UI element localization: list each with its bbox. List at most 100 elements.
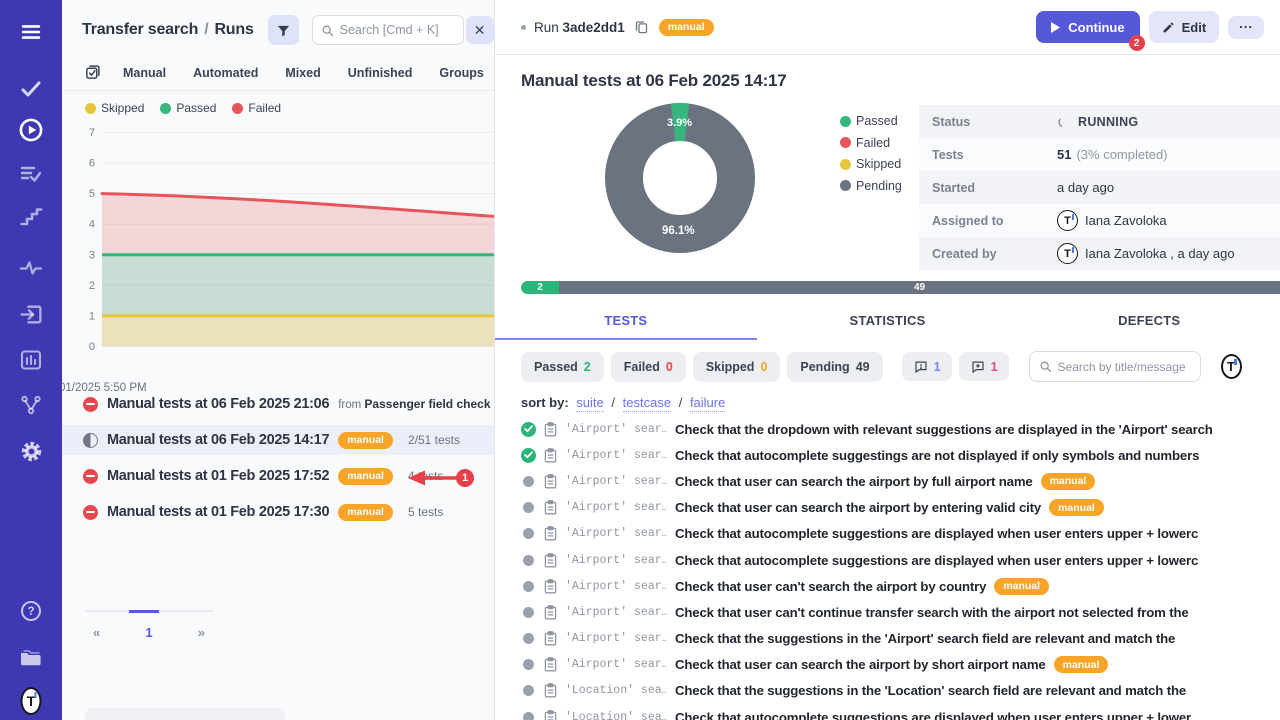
pending-status-icon	[523, 555, 534, 566]
more-button[interactable]: ...	[1228, 16, 1264, 39]
tab-manual[interactable]: Manual	[123, 66, 166, 80]
test-title: Check that the dropdown with relevant su…	[675, 422, 1213, 437]
test-row[interactable]: 'Airport' sear… Check that user can't se…	[521, 573, 1280, 599]
test-row[interactable]: 'Airport' sear… Check that user can sear…	[521, 652, 1280, 678]
manual-badge: manual	[994, 578, 1049, 595]
run-title-heading: Manual tests at 06 Feb 2025 14:17	[495, 55, 1280, 95]
tab-groups[interactable]: Groups	[439, 66, 483, 80]
test-row[interactable]: 'Airport' sear… Check that autocomplete …	[521, 547, 1280, 573]
sort-by-testcase[interactable]: testcase	[623, 395, 671, 412]
tests-search-box	[1029, 351, 1201, 382]
breadcrumb-project[interactable]: Transfer search	[82, 21, 198, 38]
test-row[interactable]: 'Airport' sear… Check that the dropdown …	[521, 416, 1280, 442]
edit-button[interactable]: Edit	[1149, 11, 1220, 43]
legend-skipped[interactable]: Skipped	[85, 101, 144, 115]
creator-avatar[interactable]: T	[1057, 243, 1078, 264]
assignee-filter-avatar[interactable]: T	[1221, 354, 1242, 379]
sort-by-failure[interactable]: failure	[690, 395, 725, 412]
tab-unfinished[interactable]: Unfinished	[348, 66, 413, 80]
filter-failed-button[interactable]: Failed0	[611, 352, 686, 382]
filter-button[interactable]	[268, 15, 299, 45]
tab-statistics[interactable]: STATISTICS	[757, 304, 1019, 340]
sidebar-item-settings[interactable]	[18, 438, 44, 464]
pagination-prev[interactable]: «	[93, 625, 100, 640]
tab-mixed[interactable]: Mixed	[285, 66, 320, 80]
test-row[interactable]: 'Airport' sear… Check that the suggestio…	[521, 626, 1280, 652]
svg-text:4: 4	[89, 219, 95, 231]
filter-pending-button[interactable]: Pending49	[787, 352, 882, 382]
pending-status-icon	[523, 476, 534, 487]
breadcrumb-section: Runs	[214, 21, 253, 38]
continue-button[interactable]: Continue 2	[1036, 11, 1139, 43]
attachments-filter-button[interactable]: 1	[959, 352, 1009, 381]
sidebar-item-test-plans[interactable]	[18, 161, 44, 187]
sidebar-item-defects[interactable]	[18, 255, 44, 281]
area-chart-legend: Skipped Passed Failed	[62, 91, 494, 117]
runs-search-box	[312, 15, 464, 45]
test-row[interactable]: 'Airport' sear… Check that autocomplete …	[521, 521, 1280, 547]
test-row[interactable]: 'Location' sea… Check that the suggestio…	[521, 678, 1280, 704]
sidebar-item-integrations[interactable]	[18, 301, 44, 327]
legend-failed[interactable]: Failed	[840, 136, 902, 150]
sidebar-item-runs[interactable]	[18, 117, 44, 143]
tab-defects[interactable]: DEFECTS	[1018, 304, 1280, 340]
manual-badge: manual	[1049, 499, 1104, 516]
select-all-icon[interactable]	[84, 64, 101, 81]
manual-badge: manual	[338, 432, 393, 449]
legend-passed[interactable]: Passed	[160, 101, 216, 115]
runs-list-panel: Transfer search/Runs ✕ Manual	[62, 0, 495, 720]
legend-passed[interactable]: Passed	[840, 114, 902, 128]
info-row-assigned: Assigned to TIana Zavoloka	[919, 204, 1280, 237]
run-status-dot	[521, 25, 526, 30]
filter-passed-button[interactable]: Passed2	[521, 352, 604, 382]
filter-skipped-button[interactable]: Skipped0	[693, 352, 781, 382]
assignee-avatar[interactable]: T	[1057, 210, 1078, 231]
help-icon[interactable]: ?	[18, 598, 44, 624]
svg-text:6: 6	[89, 158, 95, 170]
manual-badge: manual	[659, 19, 714, 36]
run-row[interactable]: Manual tests at 01 Feb 2025 17:30 manual…	[62, 497, 494, 527]
test-title: Check that user can search the airport b…	[675, 474, 1033, 489]
runs-search-input[interactable]	[340, 23, 450, 37]
svg-text:0: 0	[89, 341, 95, 353]
menu-icon[interactable]	[18, 19, 44, 45]
close-search-button[interactable]: ✕	[466, 16, 494, 44]
test-suite: 'Location' sea…	[565, 711, 667, 720]
comments-filter-button[interactable]: 1	[902, 352, 952, 381]
test-row[interactable]: 'Airport' sear… Check that user can sear…	[521, 495, 1280, 521]
testcase-icon	[544, 631, 557, 646]
run-status-stopped-icon	[83, 505, 98, 520]
sidebar-item-milestones[interactable]	[18, 392, 44, 418]
funnel-icon	[276, 23, 291, 38]
sidebar-item-test-cases[interactable]	[18, 76, 44, 102]
pencil-icon	[1162, 21, 1175, 34]
sidebar-item-reports[interactable]	[18, 347, 44, 373]
sidebar-item-shared-steps[interactable]	[18, 204, 44, 230]
user-avatar[interactable]: T	[17, 686, 46, 715]
test-row[interactable]: 'Airport' sear… Check that user can sear…	[521, 468, 1280, 494]
tests-search-input[interactable]	[1058, 360, 1190, 374]
spinner-icon	[1057, 115, 1071, 129]
test-suite: 'Airport' sear…	[565, 449, 667, 462]
tab-tests[interactable]: TESTS	[495, 304, 757, 340]
test-row[interactable]: 'Location' sea… Check that autocomplete …	[521, 704, 1280, 720]
pending-status-icon	[523, 581, 534, 592]
projects-folder-icon[interactable]	[18, 644, 44, 670]
tab-automated[interactable]: Automated	[193, 66, 258, 80]
pagination-page-1[interactable]: 1	[145, 625, 152, 640]
run-row-selected[interactable]: Manual tests at 06 Feb 2025 14:17 manual…	[62, 425, 494, 455]
svg-text:96.1%: 96.1%	[662, 225, 695, 237]
breadcrumb: Transfer search/Runs	[82, 21, 254, 39]
legend-pending[interactable]: Pending	[840, 179, 902, 193]
test-row[interactable]: 'Airport' sear… Check that user can't co…	[521, 599, 1280, 625]
test-suite: 'Airport' sear…	[565, 632, 667, 645]
pending-status-icon	[523, 685, 534, 696]
pagination-active-indicator	[129, 610, 159, 613]
copy-icon[interactable]	[634, 19, 649, 35]
sort-by-suite[interactable]: suite	[576, 395, 603, 412]
legend-skipped[interactable]: Skipped	[840, 157, 902, 171]
test-row[interactable]: 'Airport' sear… Check that autocomplete …	[521, 442, 1280, 468]
annotation-marker-1: 1	[456, 469, 474, 487]
legend-failed[interactable]: Failed	[232, 101, 281, 115]
pagination-next[interactable]: »	[198, 625, 205, 640]
